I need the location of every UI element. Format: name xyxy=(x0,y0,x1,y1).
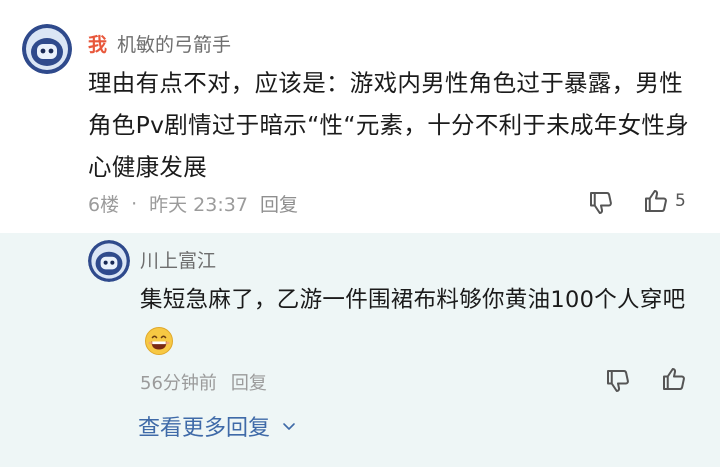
meta-separator: · xyxy=(131,192,138,215)
reply-text: 集短急麻了，乙游一件围裙布料够你黄油100个人穿吧 xyxy=(140,280,700,360)
thumbs-down-icon xyxy=(590,192,612,214)
reply-time: 56分钟前 xyxy=(140,373,217,394)
reply-text-content: 集短急麻了，乙游一件围裙布料够你黄油100个人穿吧 xyxy=(140,287,686,313)
reply-button[interactable]: 回复 xyxy=(260,190,298,217)
reply-meta: 56分钟前 回复 xyxy=(140,369,267,395)
chevron-down-icon xyxy=(283,423,295,430)
view-more-replies-button[interactable]: 查看更多回复 xyxy=(138,410,298,442)
floor-number: 6楼 xyxy=(88,194,120,216)
grinning-face-emoji xyxy=(145,326,173,355)
like-count: 5 xyxy=(675,191,686,211)
avatar[interactable] xyxy=(22,24,72,74)
reply-username[interactable]: 川上富江 xyxy=(140,246,216,273)
comment-time: 昨天 23:37 xyxy=(149,194,248,216)
like-button[interactable]: 5 xyxy=(641,186,686,216)
reply-avatar[interactable] xyxy=(88,240,130,282)
thumbs-down-icon xyxy=(607,370,629,392)
comment-header: 我 机敏的弓箭手 xyxy=(88,30,231,57)
reply-reply-button[interactable]: 回复 xyxy=(231,369,267,395)
me-tag: 我 xyxy=(88,34,108,56)
reply-dislike-button[interactable] xyxy=(603,366,633,396)
comment-meta: 6楼 · 昨天 23:37 回复 xyxy=(88,190,298,217)
username[interactable]: 机敏的弓箭手 xyxy=(117,30,231,57)
dislike-button[interactable] xyxy=(586,188,616,218)
thumbs-up-icon xyxy=(663,368,685,390)
thumbs-up-icon xyxy=(645,190,667,212)
view-more-replies-label: 查看更多回复 xyxy=(138,416,271,441)
comment-text: 理由有点不对，应该是：游戏内男性角色过于暴露，男性角色Pv剧情过于暗示“性“元素… xyxy=(88,69,690,181)
reply-like-button[interactable] xyxy=(659,364,689,394)
